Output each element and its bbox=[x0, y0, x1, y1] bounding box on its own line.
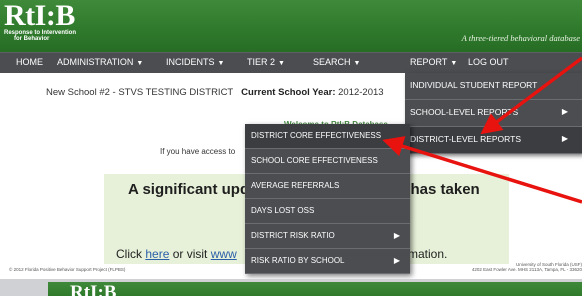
site-header: RtI:B Response to Intervention for Behav… bbox=[0, 0, 582, 52]
www-link[interactable]: www bbox=[211, 247, 237, 261]
school-year-value: 2012-2013 bbox=[338, 87, 384, 98]
notice-click-end: rmation. bbox=[404, 247, 448, 261]
nav-tier2-label: TIER 2 bbox=[247, 57, 276, 67]
access-text: If you have access to bbox=[160, 147, 236, 156]
nav-report-label: REPORT bbox=[410, 57, 448, 67]
nav-administration[interactable]: ADMINISTRATION ▼ bbox=[57, 57, 143, 67]
menu-item-label: SCHOOL-LEVEL REPORTS bbox=[410, 107, 519, 117]
menu-item-days-lost-oss[interactable]: DAYS LOST OSS bbox=[245, 199, 410, 224]
district-reports-submenu: DISTRICT CORE EFFECTIVENESS SCHOOL CORE … bbox=[245, 124, 410, 274]
nav-administration-label: ADMINISTRATION bbox=[57, 57, 134, 67]
menu-item-label: AVERAGE REFERRALS bbox=[251, 181, 340, 190]
second-screenshot-header: RtI:B bbox=[48, 282, 582, 296]
notice-click-prefix: Click bbox=[116, 247, 142, 261]
menu-item-average-referrals[interactable]: AVERAGE REFERRALS bbox=[245, 174, 410, 199]
chevron-down-icon: ▼ bbox=[136, 60, 144, 67]
menu-item-label: DISTRICT RISK RATIO bbox=[251, 231, 335, 240]
logo-subtitle-2: for Behavior bbox=[14, 36, 50, 42]
chevron-down-icon: ▼ bbox=[450, 60, 458, 67]
nav-report[interactable]: REPORT ▼ bbox=[410, 57, 457, 67]
menu-item-school-level-reports[interactable]: SCHOOL-LEVEL REPORTS ▶ bbox=[405, 100, 582, 127]
nav-tier2[interactable]: TIER 2 ▼ bbox=[247, 57, 285, 67]
menu-item-individual-student-report[interactable]: INDIVIDUAL STUDENT REPORT bbox=[405, 73, 582, 100]
notice-title: A significant upd bbox=[128, 181, 250, 198]
nav-home[interactable]: HOME bbox=[16, 57, 43, 67]
main-nav: HOME ADMINISTRATION ▼ INCIDENTS ▼ TIER 2 ▼ … bbox=[0, 52, 582, 73]
menu-item-label: SCHOOL CORE EFFECTIVENESS bbox=[251, 156, 378, 165]
rtib-logo[interactable]: RtI:B Response to Intervention for Behav… bbox=[4, 0, 76, 43]
menu-item-label: RISK RATIO BY SCHOOL bbox=[251, 256, 345, 265]
chevron-right-icon: ▶ bbox=[561, 107, 568, 116]
menu-item-district-core-effectiveness[interactable]: DISTRICT CORE EFFECTIVENESS bbox=[245, 124, 410, 149]
header-tagline: A three-tiered behavioral database bbox=[461, 33, 580, 43]
footer-street: 4202 East Fowler Ave. MHS 2113A, Tampa, … bbox=[471, 267, 582, 272]
second-rtib-logo: RtI:B bbox=[70, 282, 117, 296]
logo-title: RtI:B bbox=[4, 0, 75, 32]
menu-item-label: DISTRICT CORE EFFECTIVENESS bbox=[251, 131, 382, 140]
notice-title-end: s has taken bbox=[398, 181, 480, 198]
chevron-right-icon: ▶ bbox=[561, 134, 568, 143]
menu-item-risk-ratio-by-school[interactable]: RISK RATIO BY SCHOOL ▶ bbox=[245, 249, 410, 274]
chevron-right-icon: ▶ bbox=[393, 231, 400, 240]
chevron-down-icon: ▼ bbox=[353, 60, 361, 67]
notice-click-mid: or visit bbox=[172, 247, 208, 261]
menu-item-district-risk-ratio[interactable]: DISTRICT RISK RATIO ▶ bbox=[245, 224, 410, 249]
rtib-page: RtI:B Response to Intervention for Behav… bbox=[0, 0, 582, 279]
nav-logout[interactable]: LOG OUT bbox=[468, 57, 509, 67]
school-year-label: Current School Year: bbox=[241, 87, 336, 98]
nav-home-label: HOME bbox=[16, 57, 43, 67]
menu-item-school-core-effectiveness[interactable]: SCHOOL CORE EFFECTIVENESS bbox=[245, 149, 410, 174]
school-info: New School #2 - STVS TESTING DISTRICT Cu… bbox=[46, 87, 384, 98]
nav-search[interactable]: SEARCH ▼ bbox=[313, 57, 360, 67]
nav-search-label: SEARCH bbox=[313, 57, 351, 67]
menu-item-district-level-reports[interactable]: DISTRICT-LEVEL REPORTS ▶ bbox=[405, 127, 582, 154]
menu-item-label: DISTRICT-LEVEL REPORTS bbox=[410, 134, 521, 144]
menu-item-label: DAYS LOST OSS bbox=[251, 206, 315, 215]
nav-logout-label: LOG OUT bbox=[468, 57, 509, 67]
nav-incidents[interactable]: INCIDENTS ▼ bbox=[166, 57, 224, 67]
chevron-down-icon: ▼ bbox=[278, 60, 285, 67]
here-link[interactable]: here bbox=[145, 247, 169, 261]
chevron-right-icon: ▶ bbox=[393, 256, 400, 265]
school-name: New School #2 - STVS TESTING DISTRICT bbox=[46, 87, 234, 98]
report-dropdown-menu: INDIVIDUAL STUDENT REPORT SCHOOL-LEVEL R… bbox=[405, 73, 582, 154]
nav-incidents-label: INCIDENTS bbox=[166, 57, 215, 67]
footer-address: University of South Florida (USF) 4202 Ea… bbox=[440, 262, 582, 272]
footer-copyright: © 2012 Florida Positive Behavior Support… bbox=[9, 267, 126, 272]
menu-item-label: INDIVIDUAL STUDENT REPORT bbox=[410, 80, 538, 90]
notice-click-line: Click here or visit www bbox=[116, 247, 237, 261]
chevron-down-icon: ▼ bbox=[217, 60, 225, 67]
